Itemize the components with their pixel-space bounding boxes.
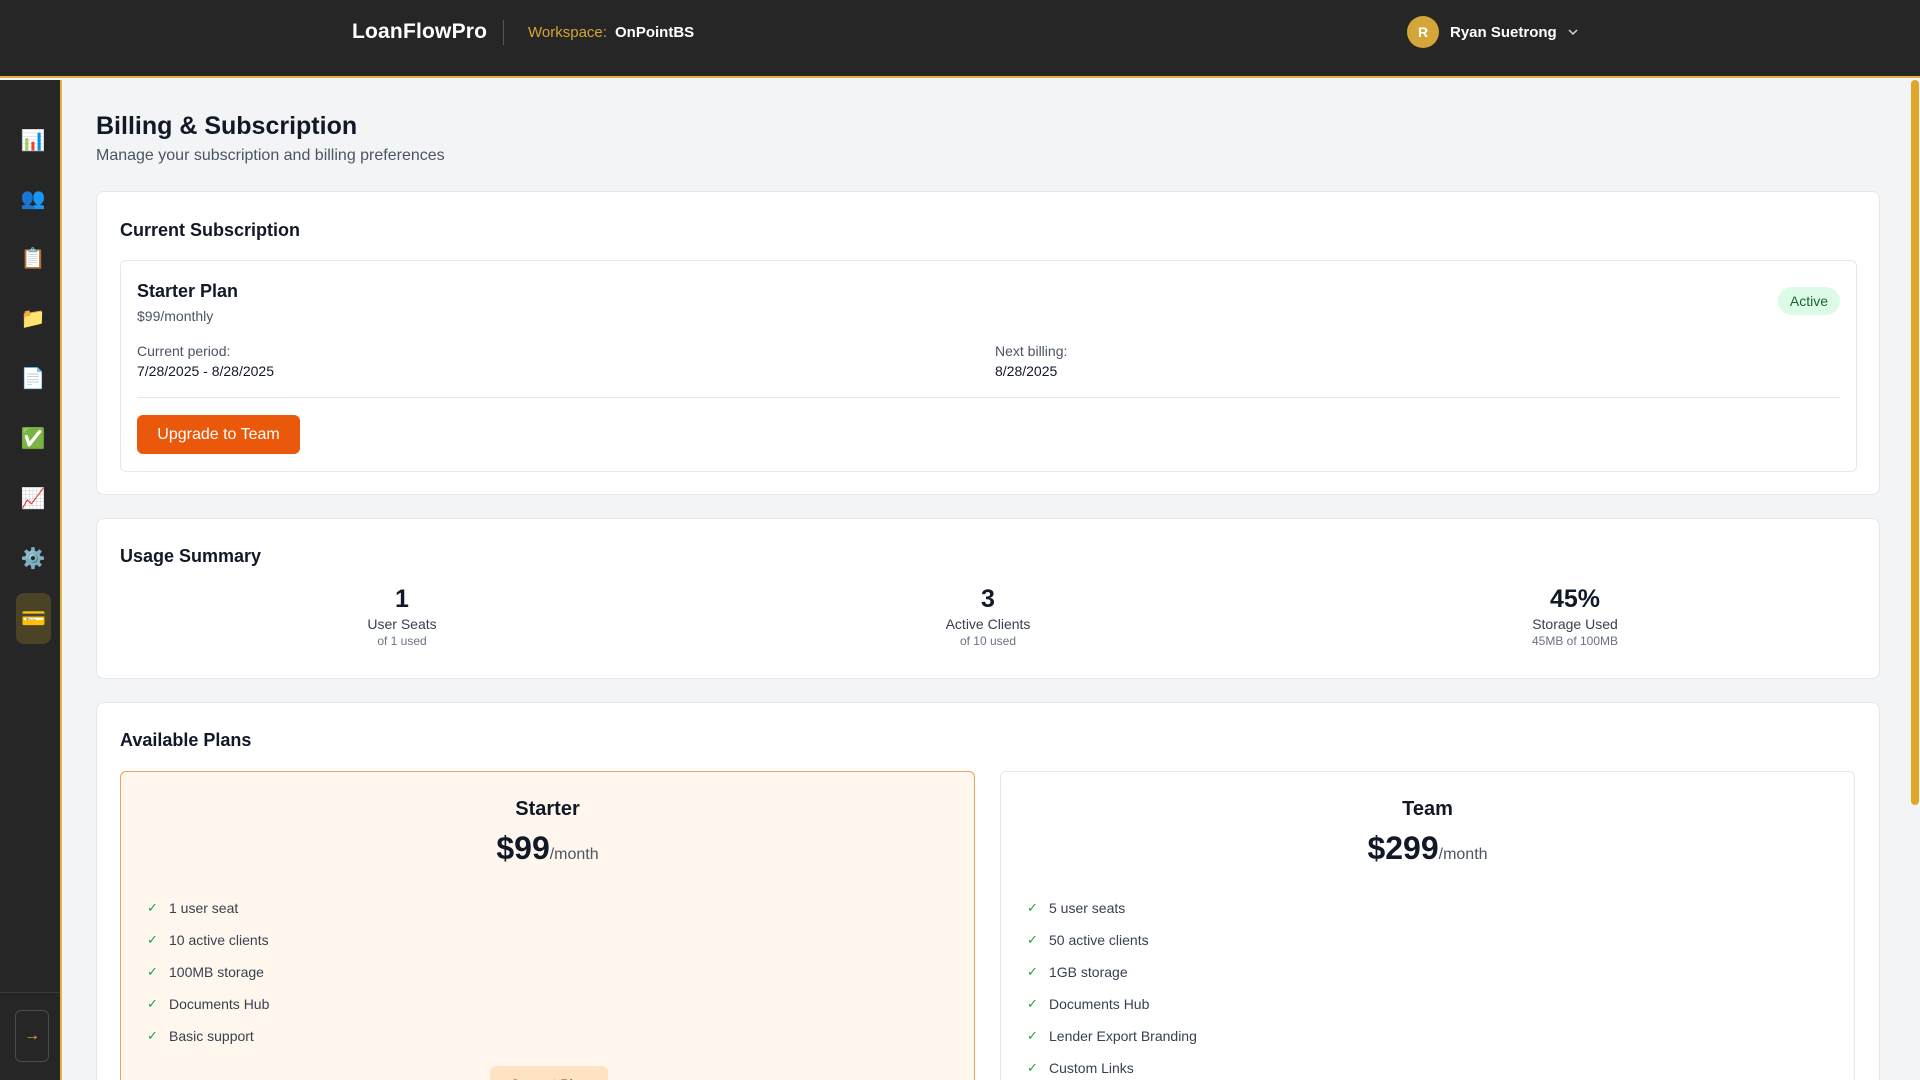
feature-item: ✓ Documents Hub bbox=[147, 988, 269, 1020]
feature-label: 10 active clients bbox=[169, 932, 269, 948]
feature-label: 50 active clients bbox=[1049, 932, 1149, 948]
plan-card-price: $99/month bbox=[121, 830, 974, 867]
feature-list: ✓ 1 user seat ✓ 10 active clients ✓ 100MB s… bbox=[147, 892, 269, 1052]
page-title: Billing & Subscription bbox=[96, 112, 358, 140]
clients-icon[interactable]: 👥 bbox=[15, 180, 51, 216]
feature-label: Basic support bbox=[169, 1028, 254, 1044]
feature-label: Documents Hub bbox=[1049, 996, 1150, 1012]
current-plan-button[interactable]: Current Plan bbox=[490, 1066, 608, 1080]
feature-label: Lender Export Branding bbox=[1049, 1028, 1197, 1044]
feature-label: Documents Hub bbox=[169, 996, 270, 1012]
check-icon: ✓ bbox=[147, 964, 158, 979]
usage-label: Active Clients bbox=[945, 616, 1031, 632]
brand-logo[interactable]: LoanFlowPro bbox=[352, 20, 487, 44]
feature-label: 1GB storage bbox=[1049, 964, 1128, 980]
usage-summary-card: Usage Summary 1 User Seats of 1 used 3 A… bbox=[96, 518, 1880, 679]
sidebar-divider bbox=[0, 992, 60, 993]
plan-card-name: Starter bbox=[515, 798, 580, 820]
feature-label: Custom Links bbox=[1049, 1060, 1134, 1076]
next-billing-value: 8/28/2025 bbox=[995, 363, 1058, 379]
divider bbox=[137, 397, 1840, 398]
tasks-icon[interactable]: 📋 bbox=[15, 240, 51, 276]
plan-period: /month bbox=[549, 846, 599, 863]
usage-label: User Seats bbox=[367, 616, 437, 632]
check-icon: ✓ bbox=[1027, 1028, 1038, 1043]
check-icon: ✓ bbox=[147, 996, 158, 1011]
usage-label: Storage Used bbox=[1532, 616, 1618, 632]
plan-price: $99/monthly bbox=[137, 308, 214, 324]
usage-note: 45MB of 100MB bbox=[1531, 634, 1619, 648]
period-label: Current period: bbox=[137, 343, 231, 359]
settings-icon[interactable]: ⚙️ bbox=[15, 540, 51, 576]
feature-list: ✓ 5 user seats ✓ 50 active clients ✓ 1GB st… bbox=[1027, 892, 1197, 1080]
plan-name: Starter Plan bbox=[137, 281, 239, 301]
usage-user-seats: 1 User Seats of 1 used bbox=[252, 585, 552, 648]
check-icon: ✓ bbox=[147, 900, 158, 915]
feature-item: ✓ Documents Hub bbox=[1027, 988, 1197, 1020]
feature-item: ✓ Custom Links bbox=[1027, 1052, 1197, 1080]
usage-value: 1 bbox=[395, 585, 409, 613]
plan-card-starter: Starter $99/month ✓ 1 user seat ✓ 10 activ… bbox=[120, 771, 975, 1080]
section-title: Available Plans bbox=[120, 730, 252, 750]
plan-amount: $99 bbox=[496, 830, 550, 866]
feature-item: ✓ 5 user seats bbox=[1027, 892, 1197, 924]
subscription-details: Starter Plan $99/monthly Active Current … bbox=[120, 260, 1857, 472]
scroll-thumb[interactable] bbox=[1911, 80, 1919, 805]
documents-icon[interactable]: 📄 bbox=[15, 360, 51, 396]
usage-note: of 10 used bbox=[959, 634, 1017, 648]
folders-icon[interactable]: 📁 bbox=[15, 300, 51, 336]
check-icon: ✓ bbox=[1027, 964, 1038, 979]
plan-card-price: $299/month bbox=[1001, 830, 1854, 867]
reports-icon[interactable]: 📈 bbox=[15, 480, 51, 516]
status-badge: Active bbox=[1777, 287, 1840, 315]
upgrade-button[interactable]: Upgrade to Team bbox=[137, 415, 300, 454]
plan-card-team: Team $299/month ✓ 5 user seats ✓ 50 active… bbox=[1000, 771, 1855, 1080]
feature-label: 5 user seats bbox=[1049, 900, 1126, 916]
billing-icon[interactable]: 💳 bbox=[16, 593, 51, 644]
check-icon: ✓ bbox=[1027, 932, 1038, 947]
feature-label: 1 user seat bbox=[169, 900, 239, 916]
next-billing-label: Next billing: bbox=[995, 343, 1068, 359]
section-title: Current Subscription bbox=[120, 220, 301, 240]
feature-item: ✓ Lender Export Branding bbox=[1027, 1020, 1197, 1052]
workspace-label: Workspace: bbox=[528, 24, 607, 41]
usage-storage: 45% Storage Used 45MB of 100MB bbox=[1425, 585, 1725, 648]
plan-period: /month bbox=[1438, 846, 1488, 863]
page-subtitle: Manage your subscription and billing pre… bbox=[96, 147, 445, 164]
check-icon: ✓ bbox=[1027, 900, 1038, 915]
feature-item: ✓ 50 active clients bbox=[1027, 924, 1197, 956]
check-icon: ✓ bbox=[1027, 1060, 1038, 1075]
sidebar: 📊 👥 📋 📁 📄 ✅ 📈 ⚙️ 💳 → bbox=[0, 80, 62, 1080]
dashboard-icon[interactable]: 📊 bbox=[15, 122, 51, 158]
usage-value: 45% bbox=[1549, 585, 1601, 613]
feature-item: ✓ 10 active clients bbox=[147, 924, 269, 956]
expand-sidebar-icon[interactable]: → bbox=[15, 1010, 49, 1062]
check-icon: ✓ bbox=[1027, 996, 1038, 1011]
feature-item: ✓ 100MB storage bbox=[147, 956, 269, 988]
user-name[interactable]: Ryan Suetrong bbox=[1450, 24, 1557, 41]
feature-item: ✓ 1 user seat bbox=[147, 892, 269, 924]
period-value: 7/28/2025 - 8/28/2025 bbox=[137, 363, 275, 379]
usage-note: of 1 used bbox=[377, 634, 427, 648]
feature-item: ✓ 1GB storage bbox=[1027, 956, 1197, 988]
avatar[interactable]: R bbox=[1407, 16, 1439, 48]
workspace-name[interactable]: OnPointBS bbox=[615, 24, 694, 41]
brand-divider bbox=[503, 20, 504, 45]
plan-card-name: Team bbox=[1402, 798, 1453, 820]
available-plans-card: Available Plans Starter $99/month ✓ 1 use… bbox=[96, 702, 1880, 1080]
check-icon: ✓ bbox=[147, 1028, 158, 1043]
usage-active-clients: 3 Active Clients of 10 used bbox=[838, 585, 1138, 648]
current-subscription-card: Current Subscription Starter Plan $99/mo… bbox=[96, 191, 1880, 495]
section-title: Usage Summary bbox=[120, 546, 262, 566]
feature-label: 100MB storage bbox=[169, 964, 264, 980]
chevron-down-icon[interactable] bbox=[1567, 26, 1579, 38]
check-icon: ✓ bbox=[147, 932, 158, 947]
usage-value: 3 bbox=[981, 585, 995, 613]
user-menu[interactable]: R Ryan Suetrong bbox=[1407, 16, 1579, 48]
checklists-icon[interactable]: ✅ bbox=[15, 420, 51, 456]
plan-amount: $299 bbox=[1367, 830, 1439, 866]
feature-item: ✓ Basic support bbox=[147, 1020, 269, 1052]
top-bar: LoanFlowPro Workspace: OnPointBS R Ryan … bbox=[0, 0, 1920, 78]
scrollbar[interactable] bbox=[1908, 80, 1920, 1080]
